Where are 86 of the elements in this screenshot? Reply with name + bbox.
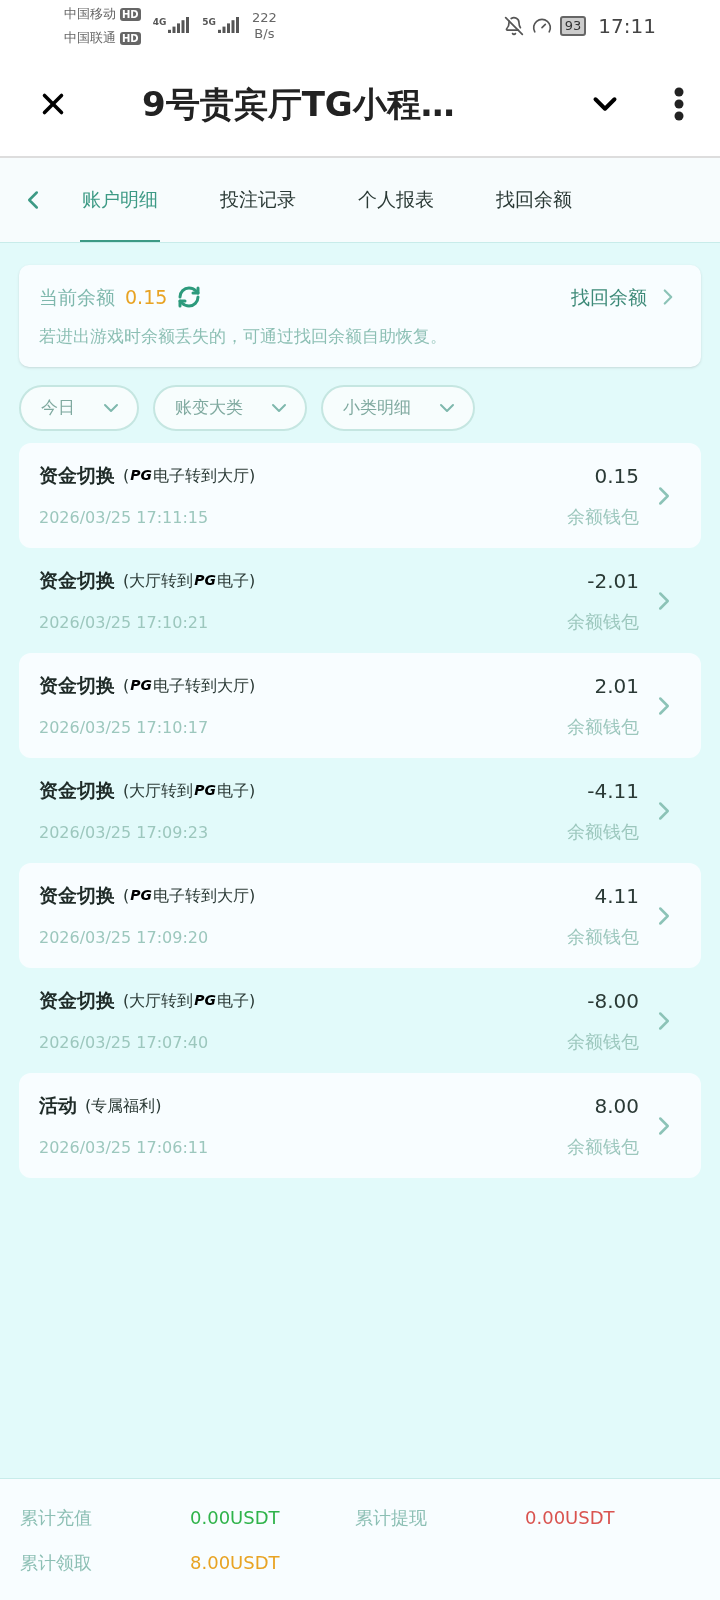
- wallet-label: 余额钱包: [567, 610, 639, 634]
- record-row[interactable]: 资金切换 (PG电子转到大厅) 2026/03/25 17:09:20 4.11 余额钱包: [19, 863, 701, 968]
- summary-value: 0.00USDT: [190, 1505, 281, 1530]
- record-row[interactable]: 活动 (专属福利) 2026/03/25 17:06:11 8.00 余额钱包: [19, 1073, 701, 1178]
- record-row[interactable]: 资金切换 (PG电子转到大厅) 2026/03/25 17:10:17 2.01 余额钱包: [19, 653, 701, 758]
- gauge-icon: [531, 16, 552, 36]
- record-title: 资金切换: [39, 568, 115, 594]
- signal-icon: [218, 17, 240, 35]
- record-row[interactable]: 资金切换 (大厅转到PG电子) 2026/03/25 17:10:21 -2.01 余额钱包: [19, 548, 701, 653]
- record-title: 活动: [39, 1093, 77, 1119]
- record-note: (大厅转到: [123, 779, 194, 802]
- battery-icon: 93: [559, 16, 587, 36]
- tab[interactable]: 找回余额: [494, 158, 574, 242]
- bell-off-icon: [503, 16, 524, 36]
- carrier-name: 中国移动: [64, 5, 116, 23]
- record-time: 2026/03/25 17:06:11: [39, 1136, 210, 1159]
- record-row[interactable]: 资金切换 (PG电子转到大厅) 2026/03/25 17:11:15 0.15 余额钱包: [19, 443, 701, 548]
- pg-logo: PG: [194, 991, 216, 1010]
- record-note: 电子): [217, 569, 256, 592]
- record-note: (专属福利): [85, 1094, 162, 1117]
- record-title: 资金切换: [39, 463, 115, 489]
- summary-value: 8.00USDT: [190, 1550, 281, 1575]
- record-time: 2026/03/25 17:09:23: [39, 821, 210, 844]
- carrier-name: 中国联通: [64, 29, 116, 47]
- refresh-button[interactable]: [177, 285, 202, 310]
- summary-label: 累计提现: [355, 1505, 428, 1530]
- pg-logo: PG: [130, 676, 152, 695]
- pg-logo: PG: [194, 571, 216, 590]
- record-title: 资金切换: [39, 673, 115, 699]
- network-type: 4G: [152, 18, 167, 27]
- record-amount: 4.11: [594, 883, 639, 910]
- more-icon: [674, 87, 684, 121]
- record-note: (: [123, 674, 130, 697]
- record-note: (大厅转到: [123, 569, 194, 592]
- wallet-label: 余额钱包: [567, 715, 639, 739]
- recover-balance-link[interactable]: 找回余额: [571, 283, 681, 312]
- record-note: 电子): [217, 779, 256, 802]
- record-time: 2026/03/25 17:11:15: [39, 506, 210, 529]
- balance-label: 当前余额: [39, 285, 115, 310]
- record-time: 2026/03/25 17:07:40: [39, 1031, 210, 1054]
- hd-badge: HD: [120, 7, 141, 21]
- record-time: 2026/03/25 17:09:20: [39, 926, 210, 949]
- clock: 17:11: [598, 13, 656, 40]
- network-type: 5G: [202, 18, 216, 27]
- record-amount: 8.00: [594, 1093, 639, 1120]
- wallet-label: 余额钱包: [567, 820, 639, 844]
- wallet-label: 余额钱包: [567, 505, 639, 529]
- pg-logo: PG: [130, 466, 152, 485]
- record-note: 电子转到大厅): [153, 674, 256, 697]
- record-note: 电子转到大厅): [153, 884, 256, 907]
- more-button[interactable]: [674, 87, 684, 121]
- speed-unit: B/s: [254, 26, 275, 42]
- record-note: (: [123, 464, 130, 487]
- hd-badge: HD: [120, 31, 141, 45]
- refresh-icon: [177, 285, 202, 310]
- record-row[interactable]: 资金切换 (大厅转到PG电子) 2026/03/25 17:07:40 -8.00 余额钱包: [19, 968, 701, 1073]
- record-time: 2026/03/25 17:10:21: [39, 611, 210, 634]
- record-amount: 2.01: [594, 673, 639, 700]
- wallet-label: 余额钱包: [567, 1135, 639, 1159]
- record-title: 资金切换: [39, 778, 115, 804]
- record-amount: -4.11: [587, 778, 639, 805]
- tab[interactable]: 个人报表: [356, 158, 436, 242]
- pg-logo: PG: [194, 781, 216, 800]
- record-title: 资金切换: [39, 988, 115, 1014]
- wallet-label: 余额钱包: [567, 925, 639, 949]
- tab[interactable]: 投注记录: [218, 158, 298, 242]
- record-note: 电子转到大厅): [153, 464, 256, 487]
- signal-icon: [168, 17, 191, 35]
- record-note: (大厅转到: [123, 989, 194, 1012]
- wallet-label: 余额钱包: [567, 1030, 639, 1054]
- record-amount: -2.01: [587, 568, 639, 595]
- record-note: 电子): [217, 989, 256, 1012]
- pg-logo: PG: [130, 886, 152, 905]
- record-amount: 0.15: [594, 463, 639, 490]
- record-time: 2026/03/25 17:10:17: [39, 716, 210, 739]
- summary-value: 0.00USDT: [525, 1505, 616, 1530]
- record-note: (: [123, 884, 130, 907]
- summary-label: 累计充值: [20, 1505, 93, 1530]
- balance-hint: 若进出游戏时余额丢失的，可通过找回余额自助恢复。: [39, 324, 448, 348]
- record-title: 资金切换: [39, 883, 115, 909]
- record-row[interactable]: 资金切换 (大厅转到PG电子) 2026/03/25 17:09:23 -4.11 余额钱包: [19, 758, 701, 863]
- record-amount: -8.00: [587, 988, 639, 1015]
- summary-label: 累计领取: [20, 1550, 93, 1575]
- page-title: 9号贵宾厅TG小程…: [142, 82, 456, 126]
- network-speed: 222: [252, 10, 277, 26]
- balance-value: 0.15: [125, 285, 168, 310]
